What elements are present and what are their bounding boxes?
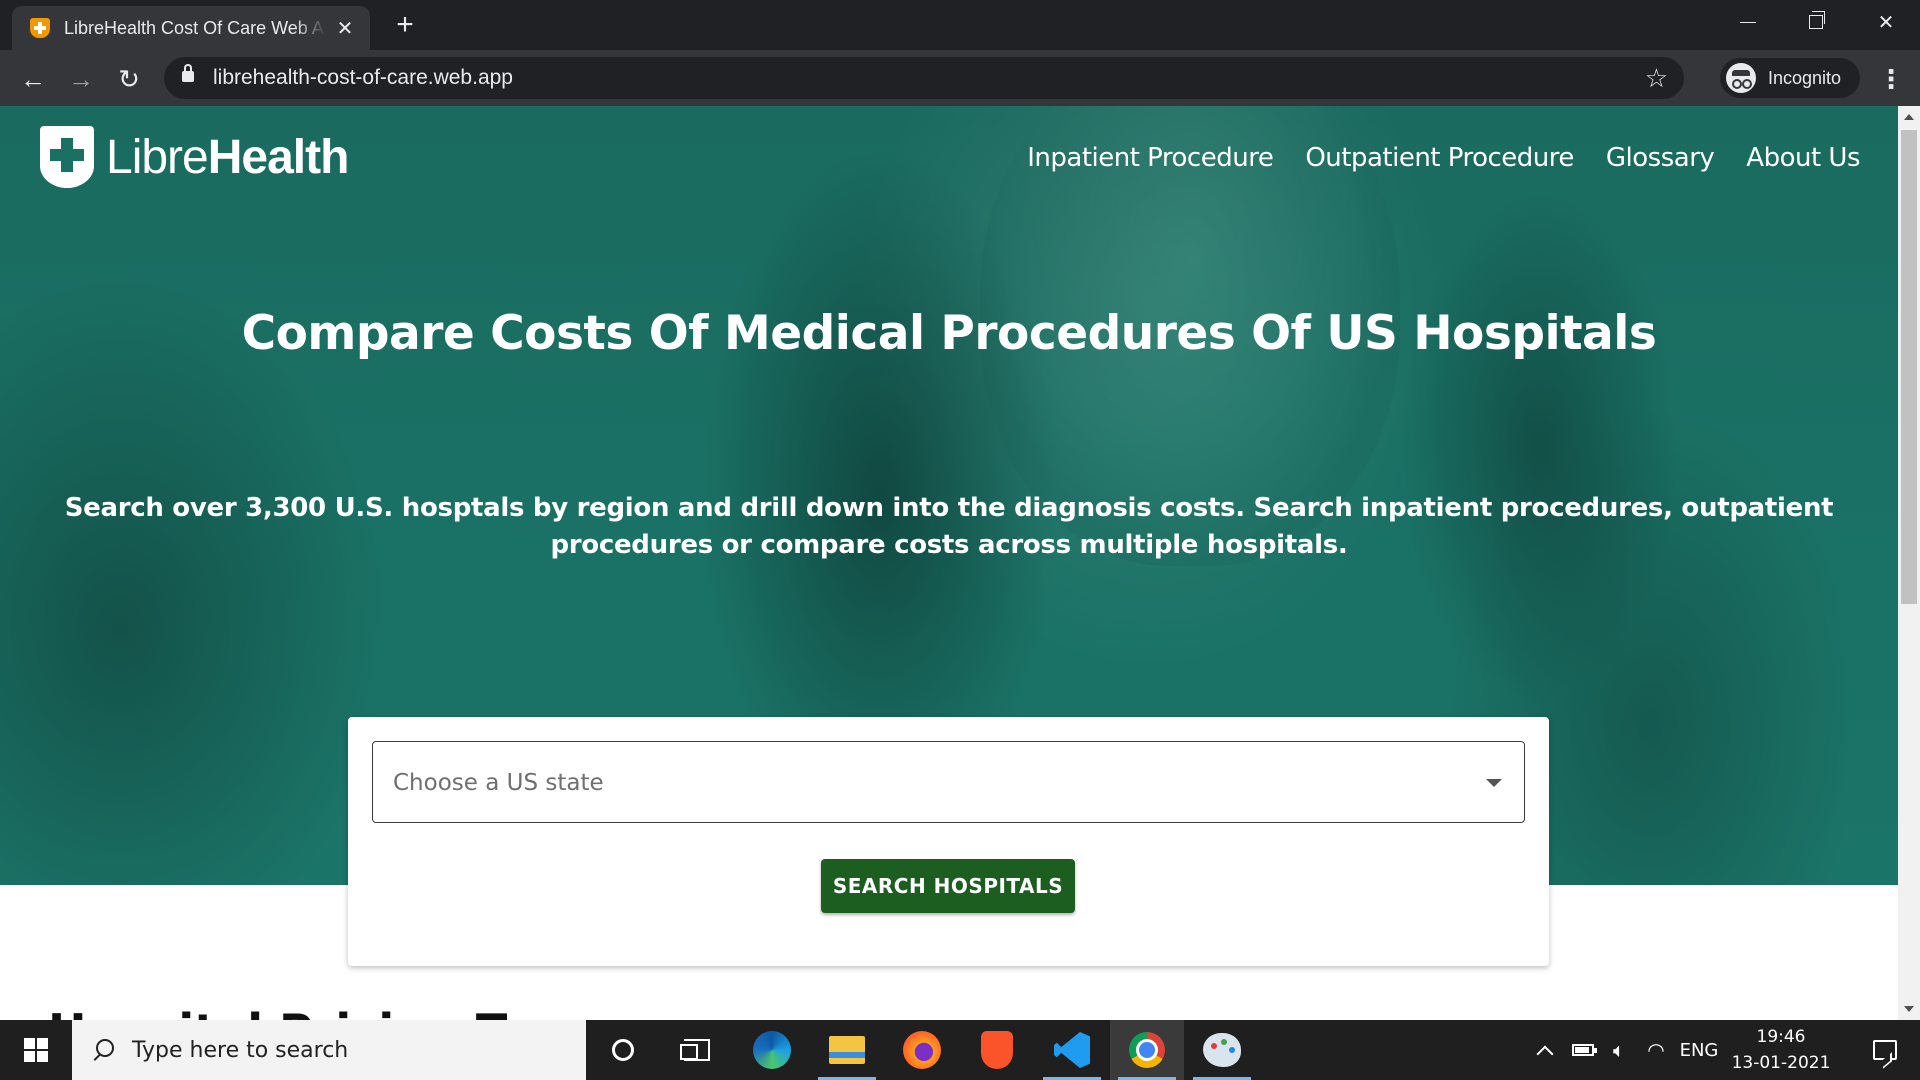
logo-health: Health bbox=[207, 130, 350, 184]
librehealth-favicon-icon bbox=[30, 18, 50, 38]
clock-time: 19:46 bbox=[1756, 1027, 1806, 1047]
speaker-icon: 🔈︎ bbox=[1613, 1038, 1625, 1062]
windows-taskbar: Type here to search 🔈︎ ◠ ENG 19:46 13-01… bbox=[0, 1020, 1920, 1080]
librehealth-logo[interactable]: LibreHealth bbox=[40, 126, 350, 188]
wifi-icon: ◠ bbox=[1647, 1038, 1665, 1062]
page-viewport: LibreHealth Inpatient Procedure Outpatie… bbox=[0, 106, 1898, 1020]
scroll-down-icon[interactable] bbox=[1904, 1006, 1914, 1012]
state-select-placeholder: Choose a US state bbox=[393, 770, 604, 796]
close-icon: ✕ bbox=[1877, 11, 1895, 34]
site-navigation: Inpatient Procedure Outpatient Procedure… bbox=[1027, 143, 1860, 173]
new-tab-button[interactable]: + bbox=[390, 10, 420, 40]
battery-icon bbox=[1572, 1044, 1597, 1056]
taskbar-search-box[interactable]: Type here to search bbox=[72, 1020, 586, 1080]
taskbar-search-placeholder: Type here to search bbox=[132, 1037, 349, 1063]
start-button[interactable] bbox=[0, 1020, 72, 1080]
minimize-window-button[interactable] bbox=[1714, 0, 1782, 44]
nav-glossary[interactable]: Glossary bbox=[1606, 143, 1715, 173]
logo-libre: Libre bbox=[106, 130, 209, 184]
cortana-button[interactable] bbox=[586, 1020, 660, 1080]
firefox-icon bbox=[903, 1031, 941, 1069]
firefox-taskbar-button[interactable] bbox=[885, 1020, 959, 1080]
scroll-up-icon[interactable] bbox=[1904, 114, 1914, 120]
bookmark-star-icon[interactable]: ☆ bbox=[1645, 63, 1668, 94]
incognito-icon bbox=[1726, 63, 1756, 93]
next-section-heading: Hospital Pricing T bbox=[48, 1004, 507, 1020]
address-bar[interactable]: librehealth-cost-of-care.web.app ☆ bbox=[164, 57, 1684, 99]
scrollbar-thumb[interactable] bbox=[1901, 130, 1917, 604]
nav-outpatient-procedure[interactable]: Outpatient Procedure bbox=[1305, 143, 1574, 173]
logo-text: LibreHealth bbox=[106, 130, 350, 185]
chrome-taskbar-button[interactable] bbox=[1110, 1020, 1184, 1080]
chevron-up-icon bbox=[1536, 1045, 1554, 1063]
language-indicator[interactable]: ENG bbox=[1676, 1020, 1722, 1080]
page-title: Compare Costs Of Medical Procedures Of U… bbox=[241, 306, 1657, 361]
task-view-button[interactable] bbox=[660, 1020, 734, 1080]
vscode-icon bbox=[1054, 1032, 1090, 1068]
restore-window-button[interactable] bbox=[1782, 0, 1850, 44]
restore-icon bbox=[1809, 11, 1825, 29]
incognito-profile-button[interactable]: Incognito bbox=[1720, 58, 1860, 98]
action-center-button[interactable] bbox=[1850, 1020, 1920, 1080]
clock-date: 13-01-2021 bbox=[1731, 1053, 1831, 1073]
browser-tab[interactable]: LibreHealth Cost Of Care Web App ✕ bbox=[12, 6, 370, 50]
task-view-icon bbox=[680, 1039, 710, 1061]
vscode-taskbar-button[interactable] bbox=[1035, 1020, 1109, 1080]
shield-cross-icon bbox=[40, 126, 94, 188]
reload-button[interactable]: ↻ bbox=[112, 62, 146, 96]
file-explorer-taskbar-button[interactable] bbox=[810, 1020, 884, 1080]
url-text[interactable]: librehealth-cost-of-care.web.app bbox=[213, 66, 513, 90]
paint-icon bbox=[1203, 1033, 1241, 1067]
file-explorer-icon bbox=[829, 1036, 865, 1064]
search-card: Choose a US state SEARCH HOSPITALS bbox=[348, 717, 1549, 966]
incognito-label: Incognito bbox=[1768, 67, 1842, 88]
nav-about-us[interactable]: About Us bbox=[1746, 143, 1860, 173]
notification-icon bbox=[1873, 1040, 1897, 1060]
brave-icon bbox=[981, 1031, 1013, 1069]
brave-taskbar-button[interactable] bbox=[960, 1020, 1034, 1080]
chrome-icon bbox=[1129, 1032, 1165, 1068]
search-icon bbox=[92, 1039, 114, 1061]
browser-menu-button[interactable]: ⋮ bbox=[1878, 62, 1904, 96]
show-hidden-icons-button[interactable] bbox=[1530, 1020, 1560, 1080]
windows-logo-icon bbox=[24, 1038, 48, 1062]
edge-icon bbox=[753, 1031, 791, 1069]
browser-toolbar: ← → ↻ librehealth-cost-of-care.web.app ☆… bbox=[0, 50, 1920, 106]
edge-taskbar-button[interactable] bbox=[735, 1020, 809, 1080]
forward-button[interactable]: → bbox=[64, 62, 98, 96]
nav-inpatient-procedure[interactable]: Inpatient Procedure bbox=[1027, 143, 1274, 173]
paint-taskbar-button[interactable] bbox=[1185, 1020, 1259, 1080]
tab-title: LibreHealth Cost Of Care Web App bbox=[64, 17, 326, 38]
back-button[interactable]: ← bbox=[16, 62, 50, 96]
hero-subtitle: Search over 3,300 U.S. hosptals by regio… bbox=[64, 493, 1834, 560]
lock-icon[interactable] bbox=[182, 64, 194, 82]
hero-photo-shade bbox=[1400, 186, 1680, 706]
battery-tray-button[interactable] bbox=[1566, 1020, 1600, 1080]
clock-button[interactable]: 19:46 13-01-2021 bbox=[1726, 1020, 1836, 1080]
minimize-icon bbox=[1740, 21, 1756, 23]
close-window-button[interactable]: ✕ bbox=[1852, 0, 1920, 44]
dropdown-arrow-icon[interactable] bbox=[1486, 779, 1502, 787]
state-select[interactable]: Choose a US state bbox=[372, 741, 1525, 823]
close-tab-icon[interactable]: ✕ bbox=[334, 16, 356, 41]
cortana-icon bbox=[612, 1039, 634, 1061]
search-hospitals-button[interactable]: SEARCH HOSPITALS bbox=[821, 859, 1075, 913]
page-scrollbar[interactable] bbox=[1898, 106, 1920, 1020]
volume-tray-button[interactable]: 🔈︎ bbox=[1602, 1020, 1636, 1080]
network-tray-button[interactable]: ◠ bbox=[1638, 1020, 1674, 1080]
browser-tab-strip: LibreHealth Cost Of Care Web App ✕ + ✕ bbox=[0, 0, 1920, 50]
